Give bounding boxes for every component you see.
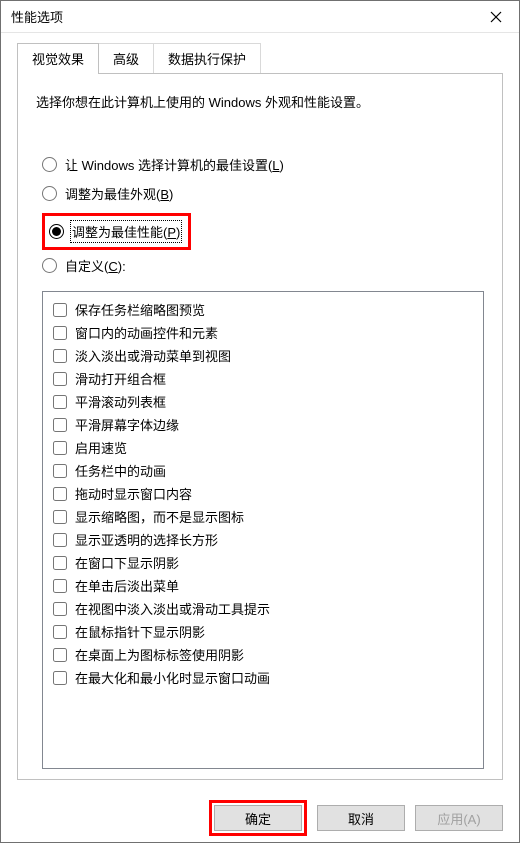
radio-let-windows-choose[interactable]: 让 Windows 选择计算机的最佳设置(L): [42, 155, 484, 174]
close-icon: [490, 11, 502, 23]
list-item[interactable]: 在最大化和最小化时显示窗口动画: [47, 666, 479, 689]
list-item[interactable]: 平滑滚动列表框: [47, 390, 479, 413]
checkbox-input[interactable]: [53, 418, 67, 432]
check-label: 在窗口下显示阴影: [75, 553, 179, 572]
visual-effects-panel: 选择你想在此计算机上使用的 Windows 外观和性能设置。 让 Windows…: [17, 73, 503, 780]
check-label: 平滑屏幕字体边缘: [75, 415, 179, 434]
check-label: 窗口内的动画控件和元素: [75, 323, 218, 342]
checkbox-input[interactable]: [53, 441, 67, 455]
checkbox-input[interactable]: [53, 533, 67, 547]
check-label: 拖动时显示窗口内容: [75, 484, 192, 503]
checkbox-input[interactable]: [53, 487, 67, 501]
checkbox-input[interactable]: [53, 602, 67, 616]
radio-input[interactable]: [42, 258, 57, 273]
list-item[interactable]: 在窗口下显示阴影: [47, 551, 479, 574]
checkbox-input[interactable]: [53, 648, 67, 662]
list-item[interactable]: 在单击后淡出菜单: [47, 574, 479, 597]
close-button[interactable]: [473, 1, 519, 32]
list-item[interactable]: 淡入淡出或滑动菜单到视图: [47, 344, 479, 367]
radio-group: 让 Windows 选择计算机的最佳设置(L) 调整为最佳外观(B) 调整为最佳…: [42, 155, 484, 285]
radio-input[interactable]: [49, 224, 64, 239]
tab-advanced[interactable]: 高级: [99, 43, 154, 73]
checkbox-input[interactable]: [53, 671, 67, 685]
tab-label: 视觉效果: [32, 52, 84, 67]
check-label: 启用速览: [75, 438, 127, 457]
check-label: 在鼠标指针下显示阴影: [75, 622, 205, 641]
list-item[interactable]: 滑动打开组合框: [47, 367, 479, 390]
checkbox-input[interactable]: [53, 303, 67, 317]
highlighted-option: 调整为最佳性能(P): [42, 213, 191, 250]
list-item[interactable]: 在视图中淡入淡出或滑动工具提示: [47, 597, 479, 620]
check-label: 平滑滚动列表框: [75, 392, 166, 411]
list-item[interactable]: 平滑屏幕字体边缘: [47, 413, 479, 436]
radio-label: 调整为最佳外观(B): [65, 184, 173, 203]
tab-visual-effects[interactable]: 视觉效果: [17, 43, 99, 74]
dialog-button-bar: 确定 取消 应用(A): [1, 794, 519, 842]
radio-input[interactable]: [42, 186, 57, 201]
tab-dep[interactable]: 数据执行保护: [154, 43, 261, 73]
list-item[interactable]: 在桌面上为图标标签使用阴影: [47, 643, 479, 666]
tab-label: 数据执行保护: [168, 52, 246, 67]
checkbox-input[interactable]: [53, 579, 67, 593]
checkbox-input[interactable]: [53, 464, 67, 478]
apply-button[interactable]: 应用(A): [415, 805, 503, 831]
check-label: 在单击后淡出菜单: [75, 576, 179, 595]
cancel-button[interactable]: 取消: [317, 805, 405, 831]
list-item[interactable]: 显示亚透明的选择长方形: [47, 528, 479, 551]
check-label: 保存任务栏缩略图预览: [75, 300, 205, 319]
highlighted-ok: 确定: [209, 800, 307, 836]
check-label: 淡入淡出或滑动菜单到视图: [75, 346, 231, 365]
check-label: 在视图中淡入淡出或滑动工具提示: [75, 599, 270, 618]
check-label: 在最大化和最小化时显示窗口动画: [75, 668, 270, 687]
check-label: 滑动打开组合框: [75, 369, 166, 388]
check-label: 任务栏中的动画: [75, 461, 166, 480]
check-label: 在桌面上为图标标签使用阴影: [75, 645, 244, 664]
panel-description: 选择你想在此计算机上使用的 Windows 外观和性能设置。: [36, 92, 484, 111]
window-title: 性能选项: [11, 7, 473, 26]
list-item[interactable]: 保存任务栏缩略图预览: [47, 298, 479, 321]
checkbox-input[interactable]: [53, 349, 67, 363]
radio-label: 调整为最佳性能(P): [72, 222, 180, 241]
checkbox-input[interactable]: [53, 326, 67, 340]
checkbox-input[interactable]: [53, 372, 67, 386]
checkbox-input[interactable]: [53, 510, 67, 524]
radio-custom[interactable]: 自定义(C):: [42, 256, 484, 275]
performance-options-window: 性能选项 视觉效果 高级 数据执行保护 选择你想在此计算机上使用的 Window…: [0, 0, 520, 843]
effects-checklist[interactable]: 保存任务栏缩略图预览 窗口内的动画控件和元素 淡入淡出或滑动菜单到视图 滑动打开…: [42, 291, 484, 769]
list-item[interactable]: 窗口内的动画控件和元素: [47, 321, 479, 344]
list-item[interactable]: 显示缩略图，而不是显示图标: [47, 505, 479, 528]
checkbox-input[interactable]: [53, 395, 67, 409]
tab-strip: 视觉效果 高级 数据执行保护: [17, 45, 503, 73]
title-bar: 性能选项: [1, 1, 519, 33]
radio-best-performance[interactable]: 调整为最佳性能(P): [49, 222, 180, 241]
radio-label: 让 Windows 选择计算机的最佳设置(L): [65, 155, 284, 174]
client-area: 视觉效果 高级 数据执行保护 选择你想在此计算机上使用的 Windows 外观和…: [1, 33, 519, 794]
list-item[interactable]: 在鼠标指针下显示阴影: [47, 620, 479, 643]
list-item[interactable]: 启用速览: [47, 436, 479, 459]
radio-label: 自定义(C):: [65, 256, 126, 275]
radio-best-appearance[interactable]: 调整为最佳外观(B): [42, 184, 484, 203]
radio-input[interactable]: [42, 157, 57, 172]
checkbox-input[interactable]: [53, 625, 67, 639]
ok-button[interactable]: 确定: [214, 805, 302, 831]
tab-label: 高级: [113, 52, 139, 67]
check-label: 显示亚透明的选择长方形: [75, 530, 218, 549]
list-item[interactable]: 拖动时显示窗口内容: [47, 482, 479, 505]
check-label: 显示缩略图，而不是显示图标: [75, 507, 244, 526]
checkbox-input[interactable]: [53, 556, 67, 570]
list-item[interactable]: 任务栏中的动画: [47, 459, 479, 482]
